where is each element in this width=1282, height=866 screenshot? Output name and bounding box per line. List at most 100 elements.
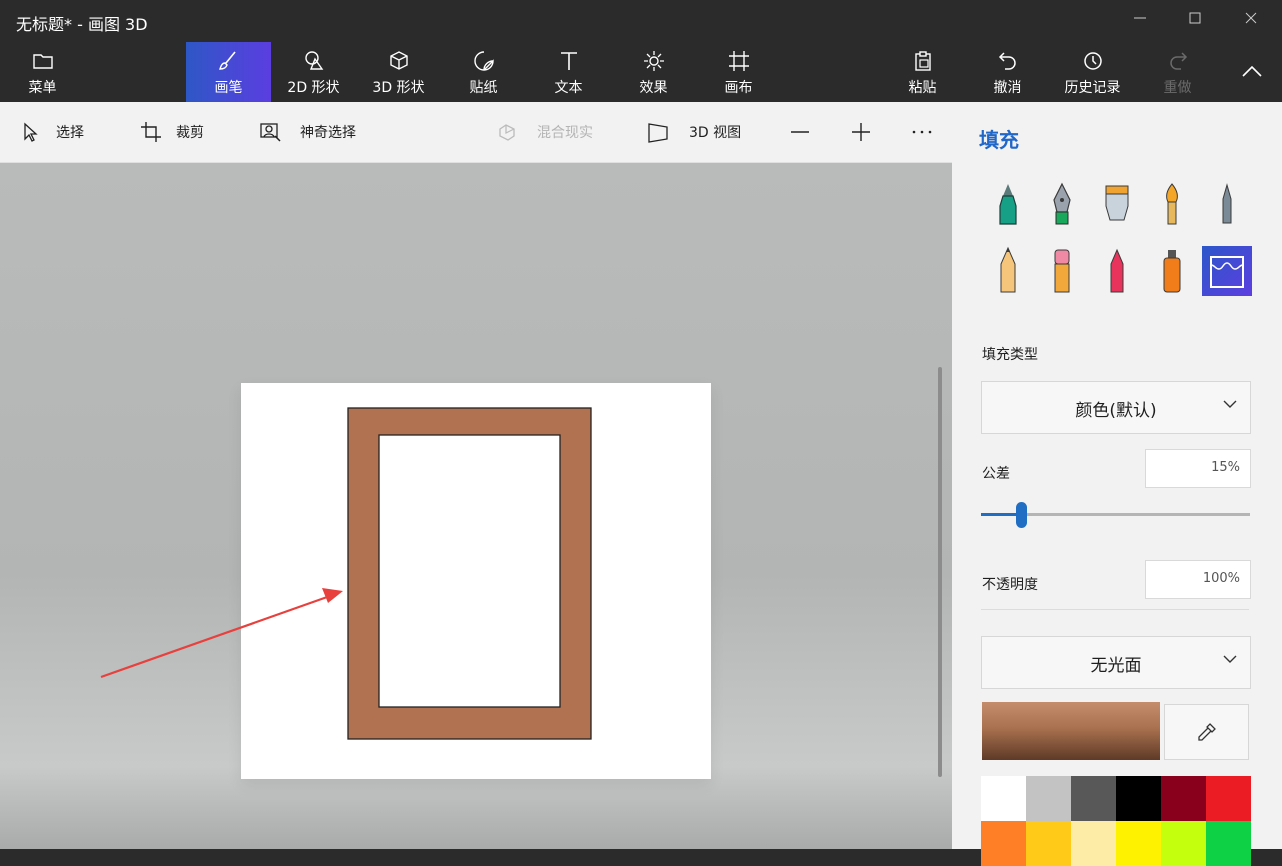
palette-color-swatch[interactable] [1206,821,1251,866]
mixed-reality-icon [497,121,519,143]
crayon-icon[interactable] [1092,246,1142,296]
toolbar: 选择 裁剪 神奇选择 混合现实 3D 视图 [0,102,952,163]
tool-label: 效果 [639,80,668,96]
divider [981,609,1249,610]
tool-3d-shapes[interactable]: 3D 形状 [356,42,441,102]
inner-white-rectangle[interactable] [378,434,561,708]
effects-icon [611,48,696,74]
tool-2d-shapes[interactable]: 2D 形状 [271,42,356,102]
pixel-pen-icon[interactable] [1202,180,1252,230]
finish-value: 无光面 [1090,656,1142,676]
opacity-label: 不透明度 [982,577,1038,593]
window-title: 无标题* - 画图 3D [16,15,148,34]
close-icon[interactable] [1236,8,1266,34]
zoom-in-button[interactable] [851,118,871,146]
palette-color-swatch[interactable] [981,776,1026,821]
palette-color-swatch[interactable] [1116,776,1161,821]
mixed-reality-label: 混合现实 [537,125,593,141]
palette-color-swatch[interactable] [1026,821,1071,866]
plus-icon [852,123,870,141]
collapse-ribbon-button[interactable] [1222,42,1282,102]
mixed-reality-button[interactable]: 混合现实 [497,118,593,146]
more-options-button[interactable] [911,118,933,146]
palette-color-swatch[interactable] [1071,821,1116,866]
opacity-input[interactable]: 100% [1145,560,1251,599]
finish-dropdown[interactable]: 无光面 [981,636,1251,689]
crop-icon [140,121,162,143]
tolerance-value: 15% [1211,460,1240,475]
palette-color-swatch[interactable] [1026,776,1071,821]
3d-view-icon [647,121,669,143]
tool-effects[interactable]: 效果 [611,42,696,102]
oil-brush-icon[interactable] [1092,180,1142,230]
fill-panel: 填充 填充类型 颜色(默认) 公差 15% 不透明度 100% 无光面 [952,102,1282,866]
calligraphy-pen-icon[interactable] [1037,180,1087,230]
tool-canvas[interactable]: 画布 [696,42,781,102]
magic-select-button[interactable]: 神奇选择 [260,118,356,146]
tolerance-slider-thumb[interactable] [1016,502,1027,528]
title-bar: 无标题* - 画图 3D [0,0,1282,42]
3d-view-label: 3D 视图 [689,125,742,141]
watercolor-brush-icon[interactable] [1147,180,1197,230]
fill-type-value: 颜色(默认) [1075,401,1157,421]
undo-icon [965,48,1050,74]
tool-label: 3D 形状 [372,80,425,96]
palette-color-swatch[interactable] [1071,776,1116,821]
spray-can-icon[interactable] [1147,246,1197,296]
minus-icon [791,131,809,133]
tolerance-label: 公差 [982,466,1010,482]
tool-text[interactable]: 文本 [526,42,611,102]
menu-label: 菜单 [28,80,57,96]
drawing-canvas[interactable] [241,383,711,779]
tool-label: 文本 [554,80,583,96]
fill-type-label: 填充类型 [982,347,1038,363]
maximize-icon[interactable] [1180,8,1210,34]
cursor-icon [20,121,42,143]
brush-icon [186,48,271,74]
zoom-out-button[interactable] [790,118,810,146]
minimize-icon[interactable] [1125,8,1155,34]
history-button[interactable]: 历史记录 [1050,42,1135,102]
history-icon [1050,48,1135,74]
palette-color-swatch[interactable] [1161,821,1206,866]
chevron-up-icon [1222,58,1282,84]
tool-label: 2D 形状 [287,80,340,96]
3d-view-button[interactable]: 3D 视图 [647,118,741,146]
text-icon [526,48,611,74]
tool-brushes[interactable]: 画笔 [186,42,271,102]
tolerance-input[interactable]: 15% [1145,449,1251,488]
tool-stickers[interactable]: 贴纸 [441,42,526,102]
select-button[interactable]: 选择 [20,118,84,146]
chevron-down-icon [1222,651,1238,671]
tool-label: 贴纸 [469,80,498,96]
palette-color-swatch[interactable] [1161,776,1206,821]
undo-label: 撤消 [993,80,1022,96]
opacity-value: 100% [1202,571,1240,586]
paste-button[interactable]: 粘贴 [880,42,965,102]
marker-brush-icon[interactable] [983,180,1033,230]
eraser-icon[interactable] [1037,246,1087,296]
magic-select-icon [260,121,282,143]
vertical-scrollbar[interactable] [938,367,942,777]
clipboard-icon [880,48,965,74]
current-color-swatch[interactable] [982,702,1160,760]
redo-button[interactable]: 重做 [1135,42,1220,102]
more-icon [912,130,932,134]
magic-select-label: 神奇选择 [300,125,356,141]
folder-icon [0,48,85,74]
crop-label: 裁剪 [176,125,204,141]
menu-button[interactable]: 菜单 [0,42,85,102]
palette-color-swatch[interactable] [1116,821,1161,866]
undo-button[interactable]: 撤消 [965,42,1050,102]
ribbon: 菜单 画笔 2D 形状 3D 形状 贴纸 文本 效果 画布 粘贴 撤消 历史记录… [0,42,1282,102]
palette-color-swatch[interactable] [981,821,1026,866]
tool-label: 画布 [724,80,753,96]
fill-bucket-icon[interactable] [1202,246,1252,296]
eyedropper-button[interactable] [1164,704,1249,760]
crop-button[interactable]: 裁剪 [140,118,204,146]
panel-title: 填充 [979,128,1019,152]
fill-type-dropdown[interactable]: 颜色(默认) [981,381,1251,434]
canvas-icon [696,48,781,74]
palette-color-swatch[interactable] [1206,776,1251,821]
pencil-icon[interactable] [983,246,1033,296]
